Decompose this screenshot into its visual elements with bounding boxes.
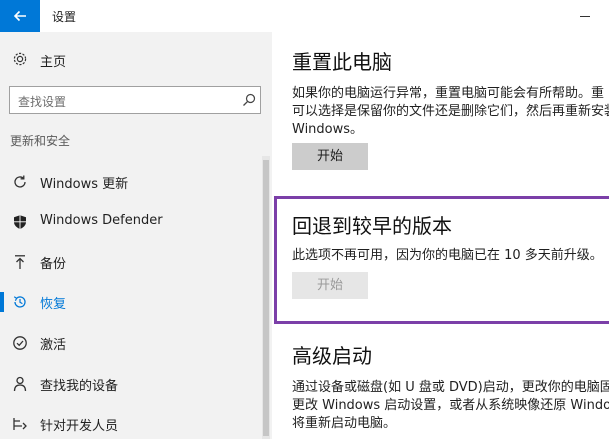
title-bar: 设置 (0, 0, 609, 32)
section-heading: 更新和安全 (10, 134, 71, 148)
sidebar-item-label: Windows Defender (40, 213, 163, 228)
sidebar-item-label: 主页 (40, 55, 67, 70)
history-icon (13, 296, 26, 308)
gear-icon (13, 52, 27, 66)
sidebar: 主页 查找设置 更新和安全 Windows 更新 Windows Defende… (0, 32, 272, 439)
check-circle-icon (13, 336, 27, 350)
sidebar-item-recovery[interactable]: 恢复 (0, 284, 262, 320)
back-arrow-icon (13, 10, 26, 22)
reset-description-line: Windows。 (292, 122, 364, 137)
sidebar-item-backup[interactable]: 备份 (0, 244, 262, 280)
advanced-description-line: 更改 Windows 启动设置，或者从系统映像还原 Windows (292, 398, 609, 413)
back-button[interactable] (0, 0, 40, 32)
refresh-icon (14, 175, 26, 188)
app-title: 设置 (52, 10, 77, 24)
advanced-description-line: 通过设备或磁盘(如 U 盘或 DVD)启动，更改你的电脑固件 (292, 380, 609, 395)
reset-description-line: 可以选择是保留你的文件还是删除它们，然后再重新安装 (292, 104, 609, 119)
sidebar-item-activation[interactable]: 激活 (0, 325, 262, 361)
sidebar-scrollbar[interactable] (262, 156, 270, 439)
sidebar-item-label: 激活 (40, 338, 67, 353)
search-icon[interactable] (242, 93, 256, 107)
developer-icon (13, 418, 27, 430)
sidebar-item-find-my-device[interactable]: 查找我的设备 (0, 366, 262, 402)
sidebar-item-label: 恢复 (40, 297, 67, 312)
scrollbar-thumb[interactable] (263, 160, 269, 436)
sidebar-item-windows-defender[interactable]: Windows Defender (0, 204, 262, 240)
sidebar-item-label: 备份 (40, 257, 67, 272)
reset-title: 重置此电脑 (292, 50, 392, 74)
search-input[interactable]: 查找设置 (9, 86, 261, 114)
reset-description-line: 如果你的电脑运行异常，重置电脑可能会有所帮助。重 (292, 86, 605, 101)
person-icon (13, 376, 27, 392)
advanced-description-line: 将重新启动电脑。 (292, 416, 397, 431)
search-placeholder: 查找设置 (18, 95, 67, 109)
active-indicator (0, 292, 4, 312)
minimize-button[interactable] (572, 8, 602, 24)
reset-start-button[interactable]: 开始 (292, 143, 368, 170)
sidebar-item-label: Windows 更新 (40, 177, 129, 192)
shield-icon (14, 215, 26, 229)
sidebar-item-home[interactable]: 主页 (0, 44, 272, 74)
sidebar-item-windows-update[interactable]: Windows 更新 (0, 164, 262, 200)
advanced-startup-title: 高级启动 (292, 344, 372, 368)
upload-arrow-icon (15, 255, 25, 269)
sidebar-item-developers[interactable]: 针对开发人员 (0, 406, 262, 439)
sidebar-item-label: 查找我的设备 (40, 379, 119, 394)
sidebar-item-label: 针对开发人员 (40, 419, 119, 434)
highlight-box (274, 196, 609, 324)
